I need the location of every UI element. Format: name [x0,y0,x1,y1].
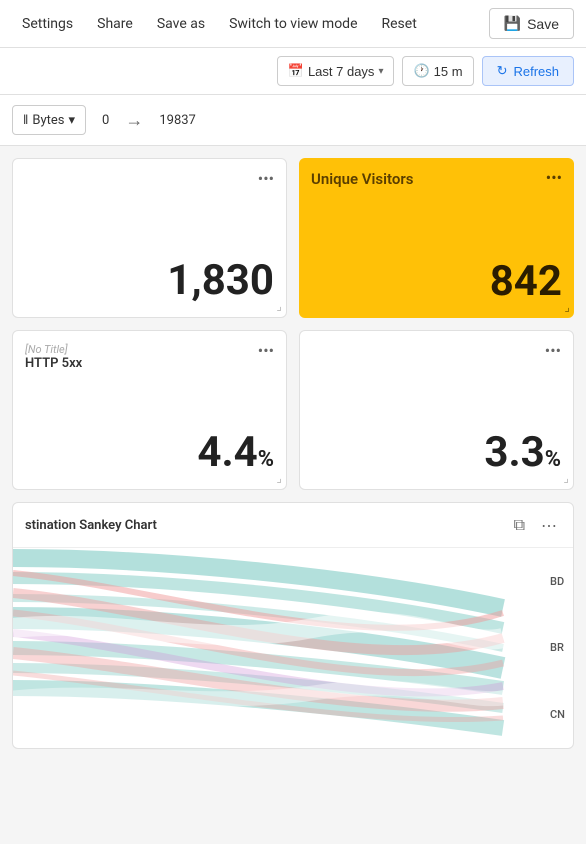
refresh-label: Refresh [513,64,559,79]
date-range-label: Last 7 days [308,64,375,79]
card-1830: ••• 1,830 ⌟ [12,158,287,318]
sankey-copy-button[interactable]: ⧉ [510,513,529,537]
refresh-button[interactable]: ↻ Refresh [482,56,574,86]
sankey-actions: ⧉ ⋯ [510,513,561,537]
filter-bars-icon: ‖ [23,112,28,128]
top-nav: Settings Share Save as Switch to view mo… [0,0,586,48]
calendar-icon: 📅 [288,63,304,79]
card-value-842: 842 [311,257,562,306]
filter-value-to: 19837 [151,109,204,132]
chevron-down-icon: ▾ [378,66,383,77]
sankey-header: stination Sankey Chart ⧉ ⋯ [13,503,573,548]
card-no-title-label: [No Title] [25,343,274,356]
save-button[interactable]: 💾 Save [489,8,574,39]
filter-arrow-icon: → [125,110,143,131]
nav-share[interactable]: Share [87,10,143,38]
card-menu-button-3[interactable]: ••• [254,339,278,362]
cards-row-1: ••• 1,830 ⌟ ••• Unique Visitors 842 ⌟ [12,158,574,318]
card-menu-button-4[interactable]: ••• [541,339,565,362]
filter-value-from: 0 [94,109,117,132]
filter-chevron-icon: ▾ [68,113,75,128]
dashboard: ••• 1,830 ⌟ ••• Unique Visitors 842 ⌟ ••… [0,146,586,761]
resize-handle-3[interactable]: ⌟ [276,471,282,485]
resize-handle-4[interactable]: ⌟ [563,471,569,485]
save-label: Save [527,16,559,32]
interval-picker[interactable]: 🕐 15 m [402,56,473,86]
sankey-title: stination Sankey Chart [25,518,157,533]
interval-label: 15 m [434,64,463,79]
card-value-4-4: 4.4 [25,428,274,477]
card-value-3-3: 3.3 [312,428,561,477]
clock-icon: 🕐 [413,63,429,79]
filter-type-dropdown[interactable]: ‖ Bytes ▾ [12,105,86,135]
nav-switch-view[interactable]: Switch to view mode [219,10,367,38]
resize-handle-1[interactable]: ⌟ [276,299,282,313]
card-menu-button-1[interactable]: ••• [254,167,278,190]
card-title-unique-visitors: Unique Visitors [311,170,562,188]
date-range-picker[interactable]: 📅 Last 7 days ▾ [277,56,395,86]
nav-save-as[interactable]: Save as [147,10,215,38]
refresh-icon: ↻ [497,63,508,79]
card-value-1830: 1,830 [25,256,274,305]
nav-settings[interactable]: Settings [12,10,83,38]
filter-bar: ‖ Bytes ▾ 0 → 19837 [0,95,586,146]
sankey-menu-button[interactable]: ⋯ [537,514,561,537]
card-menu-button-2[interactable]: ••• [542,166,566,189]
filter-type-label: Bytes [32,113,64,128]
cards-row-2: ••• [No Title] HTTP 5xx 4.4 ⌟ ••• 3.3 ⌟ [12,330,574,490]
nav-reset[interactable]: Reset [372,10,427,38]
sankey-card: stination Sankey Chart ⧉ ⋯ [12,502,574,749]
card-3-3: ••• 3.3 ⌟ [299,330,574,490]
card-unique-visitors: ••• Unique Visitors 842 ⌟ [299,158,574,318]
sankey-svg [13,548,573,748]
card-subtitle-http5xx: HTTP 5xx [25,356,274,371]
resize-handle-2[interactable]: ⌟ [564,300,570,314]
toolbar: 📅 Last 7 days ▾ 🕐 15 m ↻ Refresh [0,48,586,95]
sankey-chart-area: BD BR CN [13,548,573,748]
save-icon: 💾 [504,15,521,32]
card-http5xx: ••• [No Title] HTTP 5xx 4.4 ⌟ [12,330,287,490]
